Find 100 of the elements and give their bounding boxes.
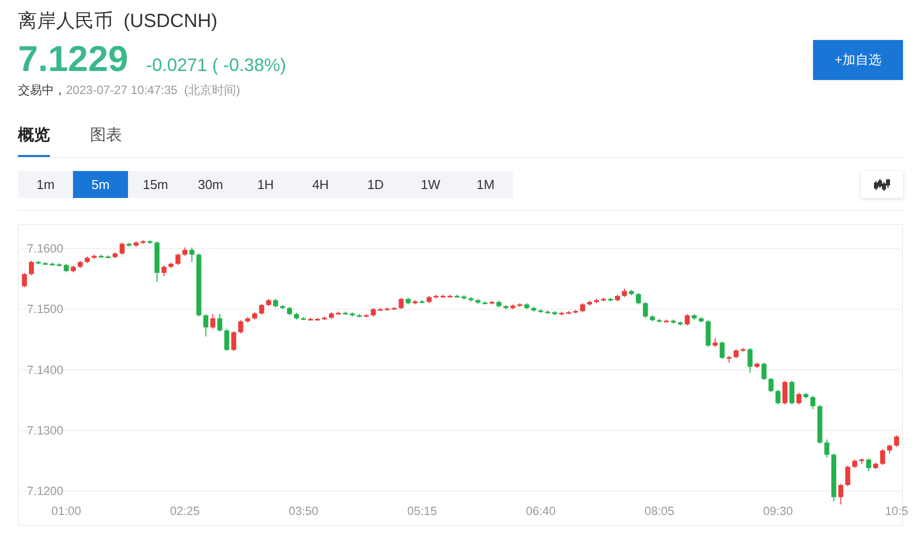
period-tab[interactable]: 4H	[293, 171, 348, 198]
candle	[294, 312, 300, 320]
candle	[670, 319, 676, 324]
candle	[845, 465, 850, 487]
candle	[768, 377, 774, 393]
x-axis-label: 01:00	[51, 504, 82, 518]
candle	[887, 444, 892, 454]
candle	[64, 263, 69, 273]
candle	[803, 392, 808, 399]
candle	[852, 459, 858, 469]
candle	[350, 312, 355, 318]
candle	[398, 297, 404, 310]
candle	[642, 301, 648, 318]
x-axis-label: 09:30	[763, 504, 793, 518]
candle	[22, 272, 27, 288]
period-tab[interactable]: 1M	[458, 171, 513, 198]
candle	[524, 302, 530, 310]
candle	[650, 314, 655, 322]
chart-type-button[interactable]	[861, 171, 903, 198]
period-tab[interactable]: 1D	[348, 171, 403, 198]
candle	[98, 254, 104, 258]
candle	[454, 294, 460, 298]
candle	[273, 298, 278, 308]
period-tab[interactable]: 1W	[403, 171, 458, 198]
candle	[517, 302, 522, 308]
candle	[322, 316, 327, 321]
candle	[726, 355, 732, 364]
y-axis-label: 7.1200	[26, 484, 64, 498]
candle	[503, 304, 508, 310]
y-axis-label: 7.1500	[26, 302, 64, 316]
candle	[434, 294, 439, 299]
candle	[601, 297, 606, 302]
candle	[36, 260, 41, 265]
candle	[880, 448, 886, 466]
candle	[189, 246, 194, 262]
candle	[636, 292, 641, 305]
candle	[754, 362, 760, 369]
period-tab[interactable]: 30m	[183, 171, 238, 198]
candle	[245, 316, 250, 324]
candle	[748, 348, 753, 374]
candle	[594, 298, 600, 304]
candle	[196, 252, 202, 318]
candle	[552, 310, 558, 316]
candle	[112, 252, 118, 259]
candle	[656, 318, 662, 324]
candle	[775, 389, 780, 405]
price: 7.1229	[18, 38, 128, 80]
candle	[622, 288, 627, 298]
tab[interactable]: 图表	[90, 121, 122, 157]
tab[interactable]: 概览	[18, 121, 50, 157]
candle	[42, 261, 48, 266]
candle	[224, 328, 230, 352]
candle	[266, 298, 272, 307]
candle	[712, 338, 718, 348]
trading-status: 交易中，	[18, 82, 66, 99]
candle	[182, 246, 188, 256]
candle	[817, 404, 822, 444]
candle	[810, 395, 816, 410]
price-change: -0.0271 ( -0.38%)	[146, 55, 286, 76]
candle	[684, 314, 690, 326]
x-axis-label: 03:50	[288, 504, 318, 518]
candle	[782, 380, 788, 405]
candle	[412, 300, 418, 305]
candle	[308, 317, 313, 321]
candle	[692, 314, 697, 320]
candlestick-icon	[874, 178, 890, 192]
candle	[287, 306, 292, 316]
candle	[706, 320, 711, 348]
candle	[538, 308, 544, 314]
candle	[468, 296, 474, 302]
candle	[559, 311, 564, 316]
candle	[92, 254, 97, 260]
candle	[838, 483, 844, 505]
candle	[796, 392, 802, 405]
candle	[420, 300, 425, 304]
candle	[678, 320, 683, 326]
x-axis-label: 08:05	[644, 504, 674, 518]
period-tab[interactable]: 15m	[128, 171, 183, 198]
candle	[70, 265, 76, 273]
candle	[831, 452, 836, 502]
add-watchlist-button[interactable]: +加自选	[813, 40, 903, 80]
period-tab[interactable]: 1H	[238, 171, 293, 198]
candle	[364, 314, 369, 318]
candle	[496, 300, 502, 308]
x-axis-label: 10:5	[884, 504, 908, 518]
y-axis-label: 7.1600	[26, 242, 64, 256]
candle	[531, 306, 536, 312]
candle	[203, 314, 208, 338]
candle	[580, 302, 586, 313]
candle	[426, 295, 432, 304]
candle	[175, 252, 180, 266]
candle	[140, 240, 146, 244]
period-tab[interactable]: 1m	[18, 171, 73, 198]
candle	[78, 260, 83, 269]
candle	[370, 308, 376, 318]
period-tab[interactable]: 5m	[73, 171, 128, 198]
candle	[217, 314, 222, 332]
candle	[134, 240, 139, 248]
candle	[734, 348, 739, 359]
candle	[615, 294, 620, 302]
